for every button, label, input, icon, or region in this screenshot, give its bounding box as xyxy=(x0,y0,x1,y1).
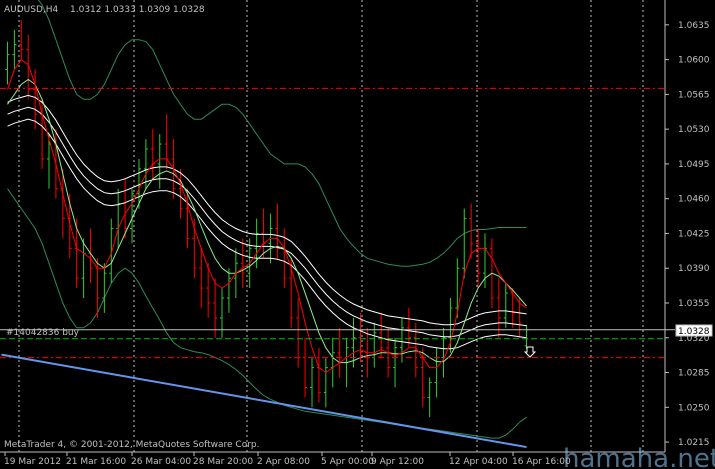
price-axis-label: 1.0600 xyxy=(678,56,710,66)
price-axis-label: 1.0565 xyxy=(678,90,710,100)
time-axis-label: 28 Mar 20:00 xyxy=(193,457,253,467)
price-axis-label: 1.0425 xyxy=(678,229,710,239)
chart-background xyxy=(0,0,715,469)
copyright-text: MetaTrader 4, © 2001-2012, MetaQuotes So… xyxy=(4,440,260,450)
order-label: #14042836 buy xyxy=(6,328,80,338)
chart-window[interactable]: 1.0635 1.0600 1.0565 1.0530 1.0495 1.0460 1.04… xyxy=(0,0,715,469)
watermark: hamaha.net xyxy=(563,444,715,469)
time-axis-label: 12 Apr 04:00 xyxy=(449,457,508,467)
price-axis-label: 1.0460 xyxy=(678,195,710,205)
price-axis-label: 1.0390 xyxy=(678,264,710,274)
time-axis-label: 26 Mar 04:00 xyxy=(131,457,191,467)
ohlc-values: 1.0312 1.0333 1.0309 1.0328 xyxy=(70,5,205,15)
price-axis-label: 1.0530 xyxy=(678,125,710,135)
time-axis-label: 19 Mar 2012 xyxy=(4,457,61,467)
price-axis-label: 1.0495 xyxy=(678,160,710,170)
time-axis-label: 21 Mar 16:00 xyxy=(66,457,126,467)
time-axis-label: 2 Apr 08:00 xyxy=(257,457,310,467)
price-axis-label: 1.0635 xyxy=(678,21,710,31)
price-chart[interactable]: 1.0635 1.0600 1.0565 1.0530 1.0495 1.0460 1.04… xyxy=(0,0,715,469)
price-axis-label: 1.0355 xyxy=(678,299,710,309)
price-axis-label: 1.0250 xyxy=(678,403,710,413)
price-axis-label: 1.0285 xyxy=(678,369,710,379)
current-price-label: 1.0328 xyxy=(678,327,710,337)
time-axis-label: 9 Apr 12:00 xyxy=(371,457,424,467)
time-axis-label: 5 Apr 00:00 xyxy=(321,457,374,467)
symbol-timeframe: AUDUSD,H4 xyxy=(4,5,59,15)
